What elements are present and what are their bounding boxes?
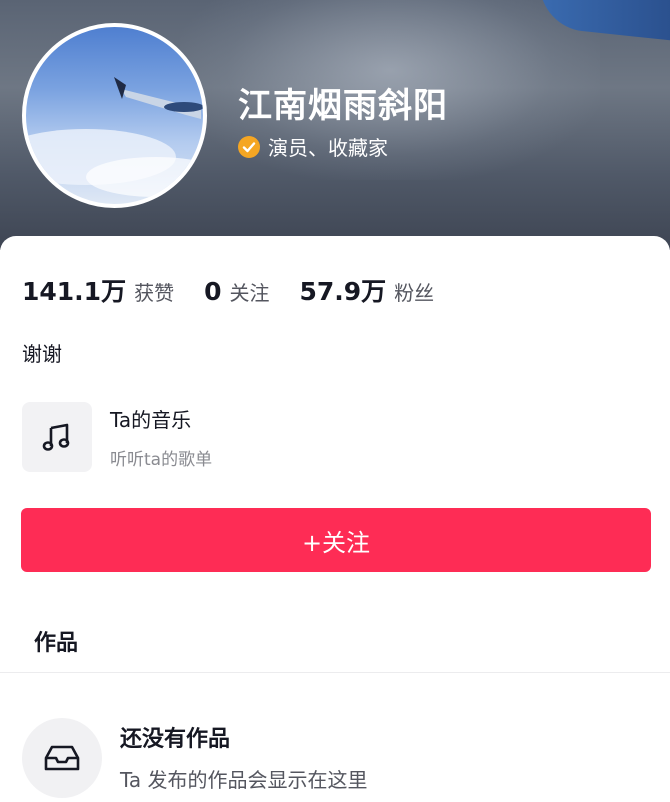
stat-likes-value: 141.1万: [22, 277, 127, 306]
avatar[interactable]: [22, 23, 207, 208]
stat-followers[interactable]: 57.9万 粉丝: [299, 272, 434, 308]
avatar-sky-image: [26, 77, 203, 197]
stat-following-value: 0: [204, 277, 222, 306]
empty-works-title: 还没有作品: [120, 727, 231, 752]
verified-badge-row: 演员、收藏家: [238, 132, 388, 161]
music-note-icon: [42, 423, 70, 451]
follow-button[interactable]: +关注: [21, 508, 651, 572]
stat-likes[interactable]: 141.1万 获赞: [22, 272, 174, 308]
profile-header-banner: 江南烟雨斜阳 演员、收藏家: [0, 0, 670, 250]
empty-works-icon-wrap: [22, 718, 102, 798]
stat-following[interactable]: 0 关注: [204, 277, 269, 306]
verified-check-icon: [238, 135, 260, 158]
profile-stats: 141.1万 获赞 0 关注 57.9万 粉丝: [22, 272, 464, 308]
verified-label: 演员、收藏家: [268, 136, 388, 160]
stat-likes-label: 获赞: [134, 281, 175, 305]
music-entry[interactable]: Ta的音乐 听听ta的歌单: [22, 402, 212, 472]
stat-followers-value: 57.9万: [299, 277, 387, 306]
music-subtitle: 听听ta的歌单: [110, 450, 213, 470]
music-text: Ta的音乐 听听ta的歌单: [110, 404, 212, 470]
works-section-title[interactable]: 作品: [34, 625, 78, 657]
works-divider: [0, 672, 670, 673]
profile-nickname: 江南烟雨斜阳: [238, 86, 448, 126]
music-thumbnail: [22, 402, 92, 472]
profile-bio: 谢谢: [22, 342, 62, 366]
music-title: Ta的音乐: [110, 408, 192, 432]
stat-following-label: 关注: [229, 281, 270, 305]
empty-works-subtitle: Ta 发布的作品会显示在这里: [120, 768, 368, 792]
stat-followers-label: 粉丝: [394, 281, 435, 305]
profile-card: 141.1万 获赞 0 关注 57.9万 粉丝 谢谢 Ta的音乐 听听ta的歌单…: [0, 236, 670, 802]
inbox-tray-icon: [44, 745, 80, 771]
